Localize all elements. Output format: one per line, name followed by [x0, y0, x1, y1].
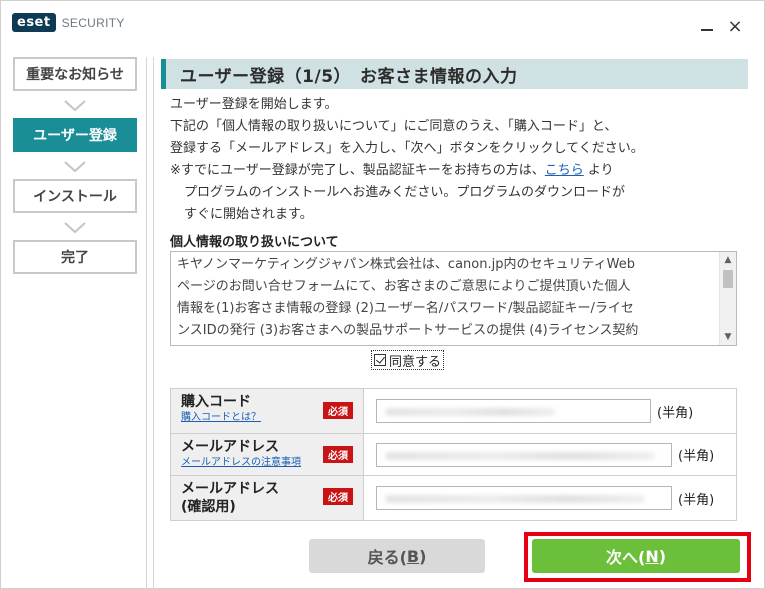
form-field-cell: (半角)	[364, 434, 736, 475]
title-bar: eset SECURITY ×	[1, 1, 765, 47]
privacy-heading: 個人情報の取り扱いについて	[170, 235, 339, 250]
close-icon[interactable]: ×	[727, 18, 743, 36]
unit-label: (半角)	[657, 405, 694, 421]
next-label-end: )	[658, 546, 667, 566]
privacy-scrollbar[interactable]: ▲ ▼	[719, 252, 736, 345]
back-accesskey: B	[406, 546, 420, 566]
form-label-cell: メールアドレス メールアドレスの注意事項 必須	[171, 434, 364, 475]
form-field-cell: (半角)	[364, 476, 736, 520]
sidebar-divider	[146, 57, 147, 589]
scroll-up-icon[interactable]: ▲	[720, 252, 736, 268]
intro-line: すぐに開始されます。	[184, 207, 313, 222]
privacy-line: キヤノンマーケティングジャパン株式会社は、canon.jp内のセキュリティWeb	[177, 257, 636, 272]
privacy-line: ページのお問い合せフォームにて、お客さまのご意思によりご提供頂いた個人	[177, 279, 631, 294]
scroll-down-icon[interactable]: ▼	[720, 329, 736, 345]
registration-form: 購入コード 購入コードとは？ 必須 (半角) メールアドレス メールアドレスの注…	[170, 388, 737, 521]
step-install: インストール	[13, 179, 137, 213]
privacy-textbox[interactable]: キヤノンマーケティングジャパン株式会社は、canon.jp内のセキュリティWeb…	[170, 251, 737, 346]
back-label: 戻る(	[367, 548, 407, 567]
form-row-email-confirm: メールアドレス (確認用) 必須 (半角)	[171, 476, 736, 520]
chevron-down-icon	[64, 161, 86, 173]
logo-mark: eset	[12, 13, 56, 32]
step-important-notice: 重要なお知らせ	[13, 57, 137, 91]
sidebar-divider-inner	[153, 57, 154, 589]
required-badge: 必須	[323, 488, 353, 505]
next-accesskey: N	[645, 546, 659, 566]
form-row-purchase-code: 購入コード 購入コードとは？ 必須 (半角)	[171, 389, 736, 434]
privacy-text: キヤノンマーケティングジャパン株式会社は、canon.jp内のセキュリティWeb…	[177, 254, 712, 342]
unit-label: (半角)	[678, 449, 715, 464]
here-link[interactable]: こちら	[545, 163, 584, 178]
chevron-down-icon	[64, 100, 86, 112]
email-field[interactable]	[376, 442, 672, 467]
intro-line: ユーザー登録を開始します。	[170, 97, 338, 112]
intro-line: 登録する「メールアドレス」を入力し、「次へ」ボタンをクリックしてください。	[170, 141, 644, 156]
intro-note-text: より	[587, 163, 614, 178]
product-name: SECURITY	[61, 15, 125, 30]
eset-logo: eset SECURITY	[12, 12, 125, 33]
form-row-email: メールアドレス メールアドレスの注意事項 必須 (半角)	[171, 434, 736, 476]
form-label-cell: 購入コード 購入コードとは？ 必須	[171, 389, 364, 433]
chevron-down-icon	[64, 222, 86, 234]
form-field-cell: (半角)	[364, 389, 736, 433]
purchase-code-input[interactable]	[376, 399, 651, 423]
checkbox-checked-icon[interactable]	[374, 354, 386, 366]
step-user-registration: ユーザー登録	[13, 118, 137, 152]
masked-value	[385, 495, 645, 503]
masked-value	[385, 408, 555, 416]
page-title-bar: ユーザー登録（1/5） お客さま情報の入力	[161, 59, 748, 89]
email-confirm-field[interactable]	[376, 486, 672, 510]
scroll-thumb[interactable]	[723, 270, 733, 288]
intro-note-text: ※すでにユーザー登録が完了し、製品認証キーをお持ちの方は、	[170, 163, 545, 178]
masked-value	[385, 451, 655, 460]
intro-line: 下記の「個人情報の取り扱いについて」にご同意のうえ、「購入コード」と、	[170, 119, 618, 134]
next-label: 次へ(	[605, 548, 646, 567]
back-label-end: )	[419, 546, 427, 566]
next-button[interactable]: 次へ(N)	[532, 539, 740, 573]
privacy-line: ンスIDの発行 (3)お客さまへの製品サポートサービスの提供 (4)ライセンス契…	[177, 323, 639, 338]
minimize-icon[interactable]	[699, 19, 715, 35]
page-title: ユーザー登録（1/5） お客さま情報の入力	[180, 66, 518, 87]
intro-text: ユーザー登録を開始します。 下記の「個人情報の取り扱いについて」にご同意のうえ、…	[170, 94, 750, 226]
required-badge: 必須	[323, 402, 353, 419]
form-label-cell: メールアドレス (確認用) 必須	[171, 476, 364, 520]
step-complete: 完了	[13, 240, 137, 274]
back-button[interactable]: 戻る(B)	[309, 539, 485, 573]
agree-label: 同意する	[389, 354, 442, 370]
required-badge: 必須	[323, 446, 353, 463]
intro-line: プログラムのインストールへお進みください。プログラムのダウンロードが	[184, 185, 625, 200]
agree-checkbox[interactable]: 同意する	[371, 350, 445, 370]
installer-window: eset SECURITY × 重要なお知らせ ユーザー登録 インストール 完了…	[0, 0, 765, 589]
privacy-line: 情報を(1)お客さま情報の登録 (2)ユーザー名/パスワード/製品認証キー/ライ…	[177, 301, 634, 316]
unit-label: (半角)	[678, 492, 715, 508]
intro-note: ※すでにユーザー登録が完了し、製品認証キーをお持ちの方は、こちら より	[170, 160, 750, 182]
